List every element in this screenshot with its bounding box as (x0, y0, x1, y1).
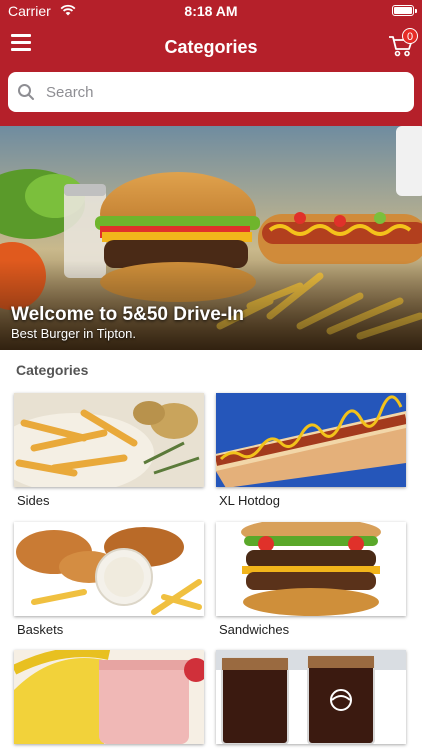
category-image (14, 650, 204, 744)
hero-title: Welcome to 5&50 Drive-In (11, 304, 245, 325)
cart-count-badge: 0 (402, 28, 418, 44)
battery-icon (392, 5, 417, 16)
category-image (216, 650, 406, 744)
category-image (216, 393, 406, 487)
status-bar: Carrier 8:18 AM (0, 0, 422, 22)
section-title: Categories (16, 362, 89, 378)
category-label: Sandwiches (219, 622, 290, 637)
search-icon (18, 84, 34, 100)
category-label: Baskets (17, 622, 64, 637)
hero-subtitle: Best Burger in Tipton. (11, 326, 137, 341)
hero-banner[interactable]: Welcome to 5&50 Drive-In Best Burger in … (0, 126, 422, 350)
search-bar[interactable] (8, 72, 414, 112)
category-label: Sides (17, 493, 50, 508)
category-label: XL Hotdog (219, 493, 280, 508)
category-image (216, 522, 406, 616)
clock: 8:18 AM (184, 3, 238, 19)
page-title: Categories (164, 37, 258, 57)
category-image (14, 522, 204, 616)
search-input[interactable] (46, 80, 406, 104)
category-image (14, 393, 204, 487)
